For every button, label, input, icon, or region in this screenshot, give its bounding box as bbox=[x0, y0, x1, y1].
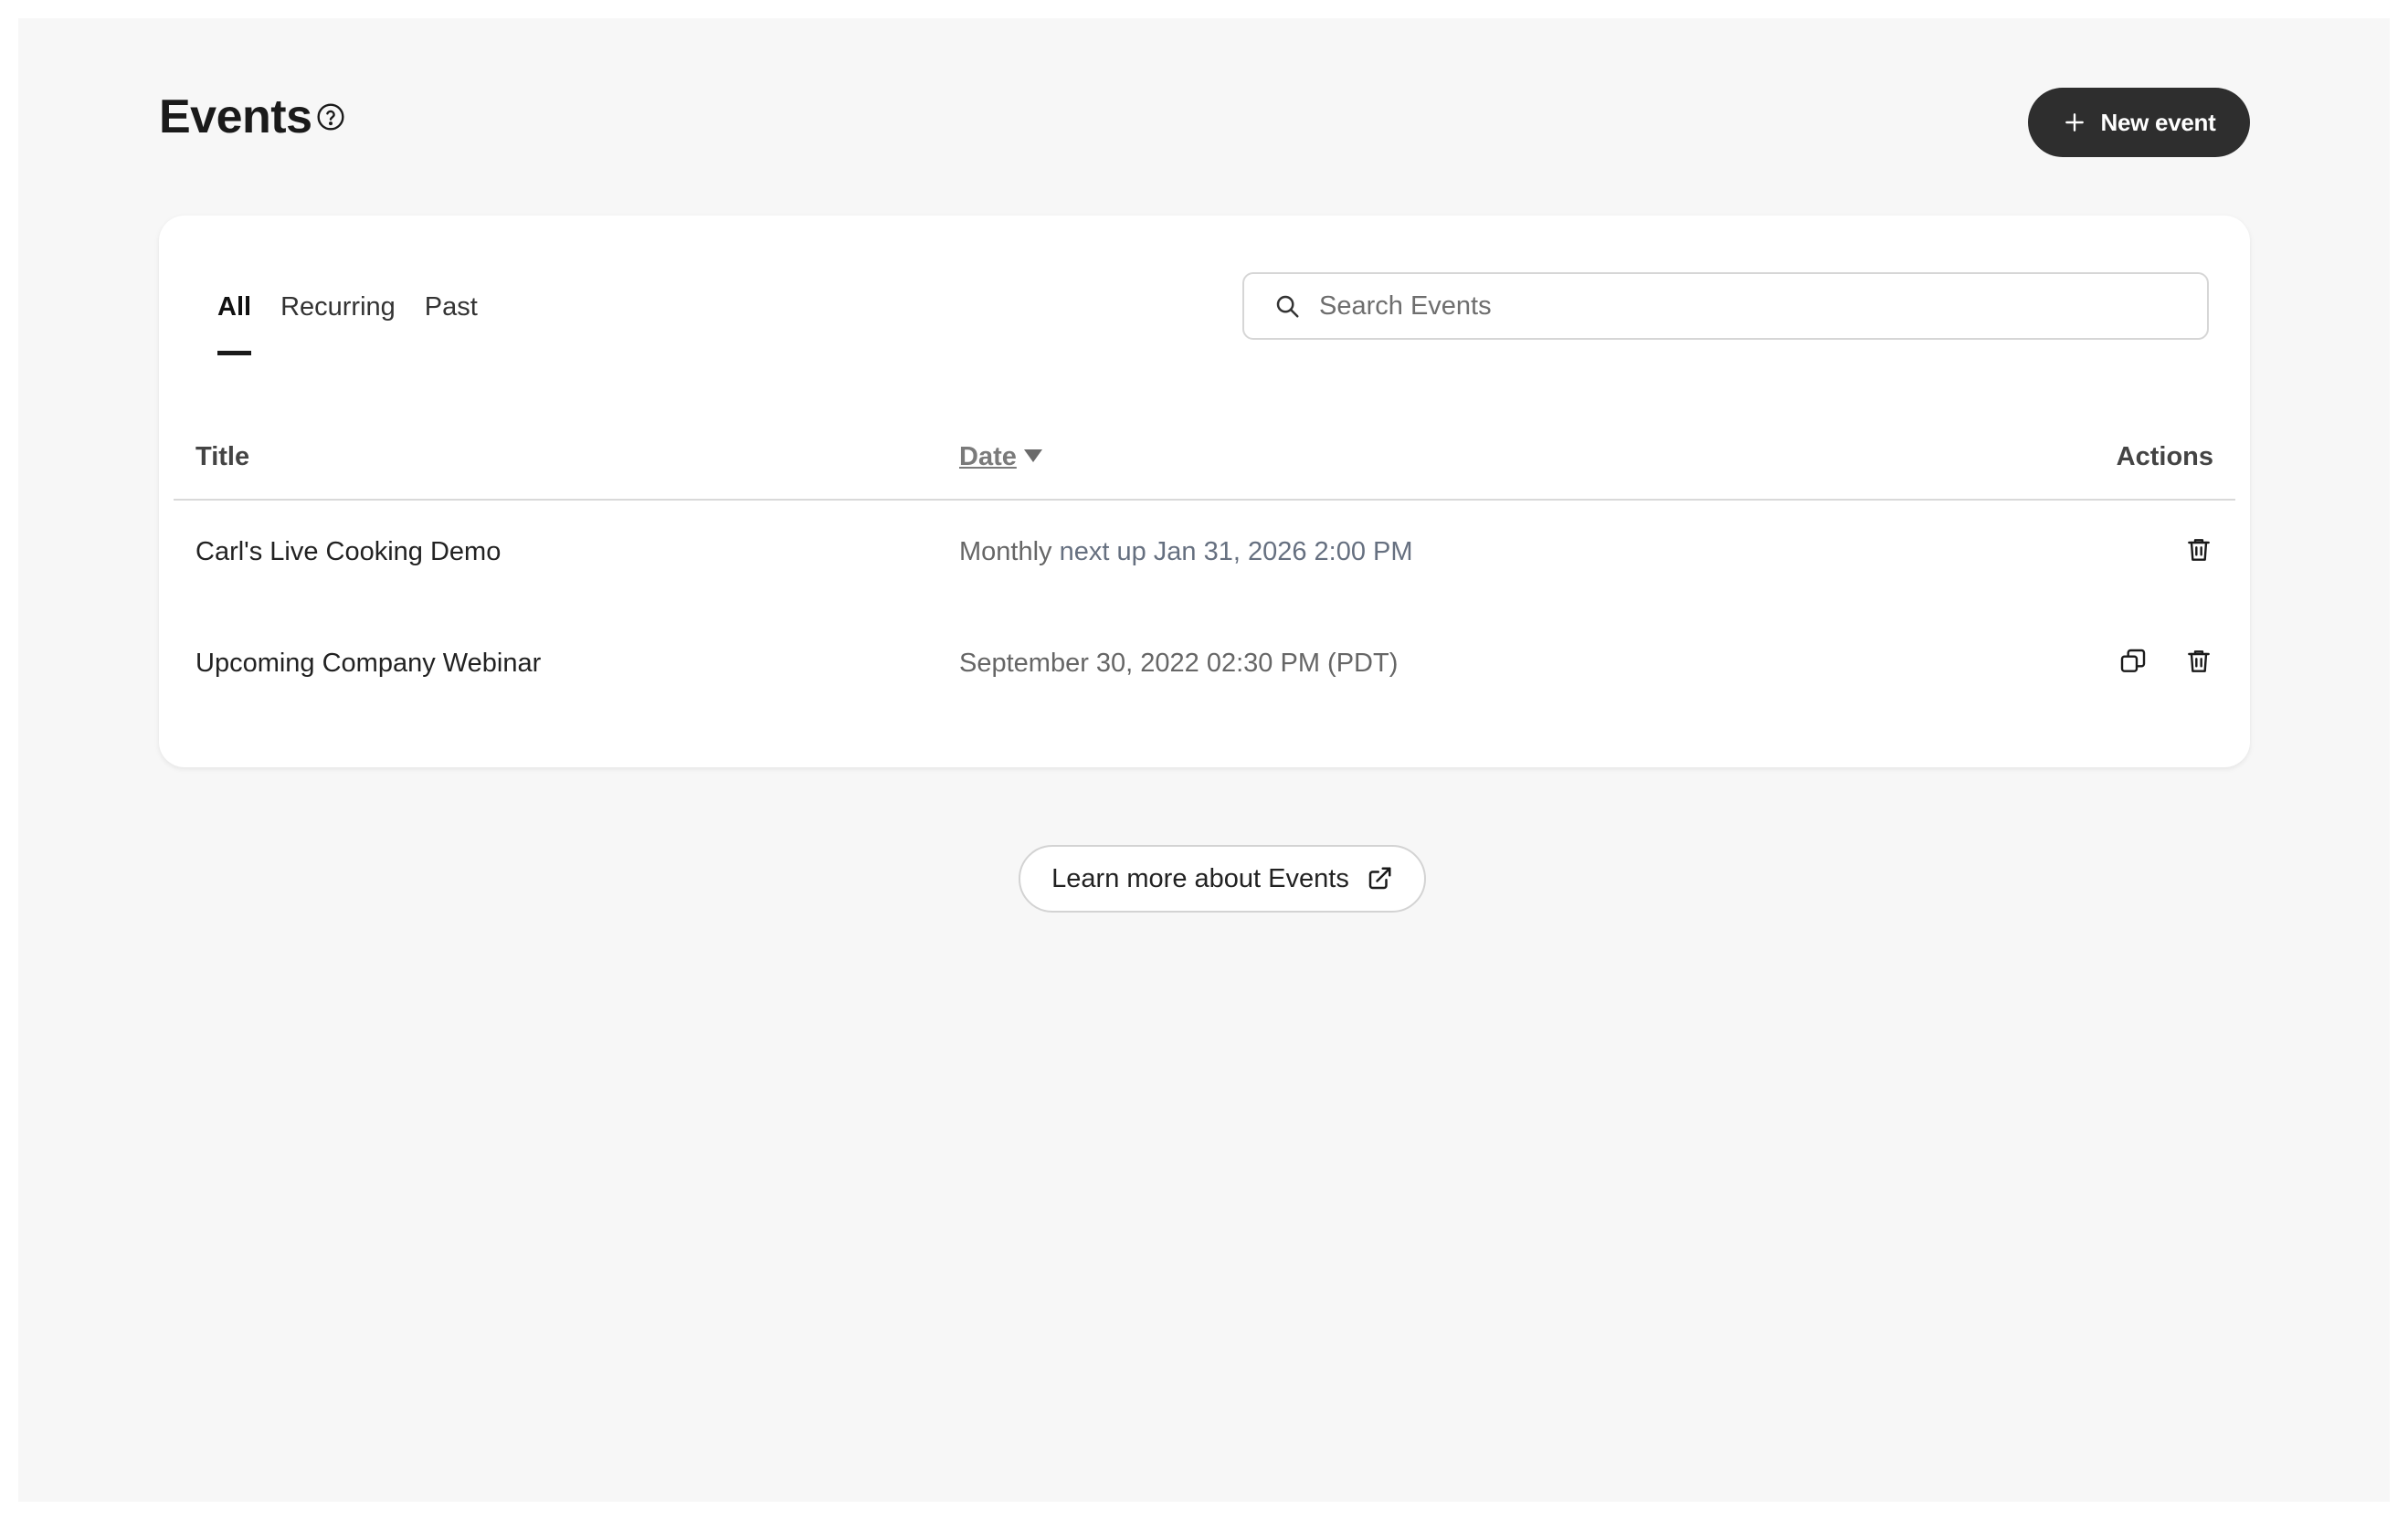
column-header-date[interactable]: Date bbox=[959, 442, 1042, 472]
tab-recurring[interactable]: Recurring bbox=[280, 292, 396, 330]
table-header: Title Date Actions bbox=[174, 422, 2235, 501]
search-input[interactable] bbox=[1317, 290, 2143, 322]
plus-icon bbox=[2065, 113, 2084, 132]
new-event-button[interactable]: New event bbox=[2028, 88, 2250, 157]
event-date: September 30, 2022 02:30 PM (PDT) bbox=[959, 649, 1399, 678]
search-box[interactable] bbox=[1242, 272, 2209, 340]
tab-all[interactable]: All bbox=[217, 292, 252, 355]
event-title[interactable]: Carl's Live Cooking Demo bbox=[195, 537, 501, 567]
table-row[interactable]: Upcoming Company Webinar September 30, 2… bbox=[174, 612, 2235, 723]
table-row[interactable]: Carl's Live Cooking Demo Monthly next up… bbox=[174, 501, 2235, 612]
page-title: Events bbox=[159, 90, 312, 143]
question-circle-icon[interactable] bbox=[316, 102, 345, 132]
column-header-title: Title bbox=[195, 442, 250, 471]
row-actions bbox=[2118, 645, 2213, 678]
events-table: Title Date Actions Carl's Live Cooking D… bbox=[174, 422, 2235, 723]
event-next-up: next up Jan 31, 2026 2:00 PM bbox=[1059, 537, 1413, 566]
event-date: Monthly next up Jan 31, 2026 2:00 PM bbox=[959, 537, 1413, 567]
trash-icon[interactable] bbox=[2184, 533, 2213, 566]
row-actions bbox=[2184, 533, 2213, 566]
page-background: Events New event All Recurring Past Titl… bbox=[18, 18, 2390, 1502]
column-header-actions: Actions bbox=[2116, 442, 2213, 471]
event-recurrence: Monthly bbox=[959, 537, 1052, 566]
tab-past[interactable]: Past bbox=[425, 292, 478, 330]
new-event-label: New event bbox=[2100, 108, 2216, 136]
learn-more-label: Learn more about Events bbox=[1051, 863, 1349, 893]
event-title[interactable]: Upcoming Company Webinar bbox=[195, 649, 541, 679]
external-link-icon bbox=[1368, 867, 1391, 890]
search-icon bbox=[1276, 295, 1299, 318]
trash-icon[interactable] bbox=[2184, 645, 2213, 678]
duplicate-icon[interactable] bbox=[2118, 645, 2148, 678]
column-header-date-label: Date bbox=[959, 442, 1017, 471]
event-tabs: All Recurring Past bbox=[217, 292, 478, 355]
events-card: All Recurring Past Title Date Actions Ca… bbox=[159, 216, 2250, 767]
sort-descending-icon bbox=[1023, 449, 1042, 462]
learn-more-button[interactable]: Learn more about Events bbox=[1019, 845, 1426, 913]
